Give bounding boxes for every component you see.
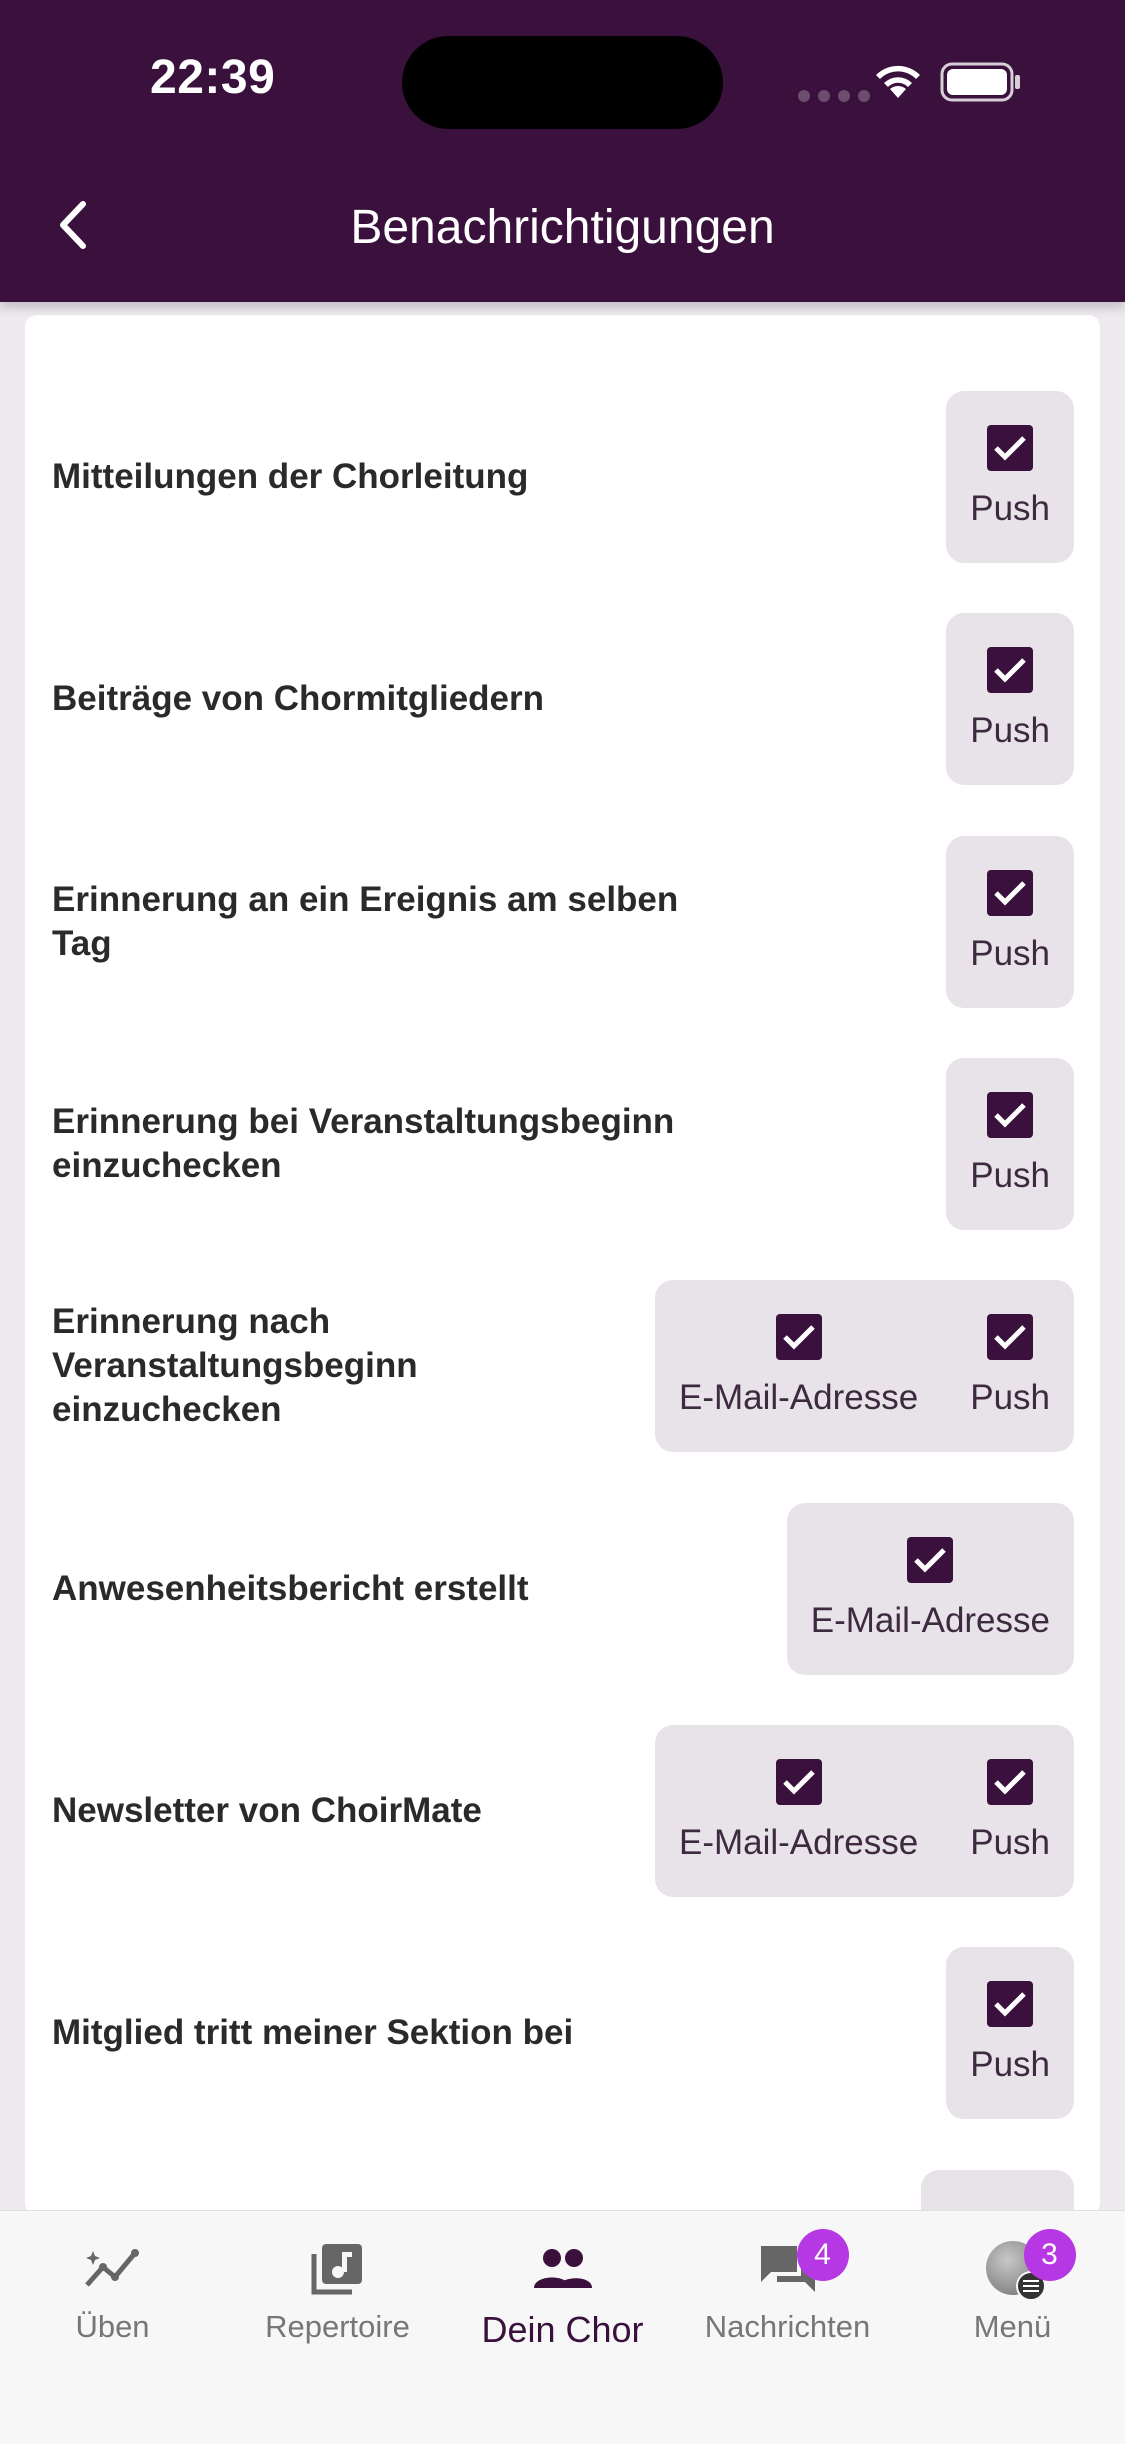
checkmark-icon <box>914 1548 947 1573</box>
option-group: Push <box>946 391 1074 563</box>
option-label: Push <box>970 1823 1050 1862</box>
notification-row: Erinnerung an ein Ereignis am selben Tag… <box>52 836 1074 1008</box>
push-option[interactable]: Push <box>964 836 1056 1008</box>
option-group: Push <box>946 1058 1074 1230</box>
push-option[interactable]: Push <box>964 613 1056 785</box>
email-checkbox[interactable] <box>907 1537 954 1583</box>
option-group: Push <box>946 1947 1074 2119</box>
row-label: Erinnerung an ein Ereignis am selben Tag <box>52 880 679 963</box>
row-label: Mitteilungen der Chorleitung <box>52 457 529 496</box>
checkmark-icon <box>782 1770 815 1795</box>
push-checkbox[interactable] <box>987 1759 1034 1805</box>
notification-row: Erinnerung nach Veranstaltungsbeginn ein… <box>52 1280 1074 1452</box>
tab-label: Menü <box>973 2309 1052 2344</box>
checkmark-icon <box>994 881 1026 906</box>
notification-row: Beiträge von Chormitgliedern Push <box>52 613 1074 785</box>
push-option[interactable]: Push <box>964 1725 1056 1897</box>
notification-row: Anwesenheitsbericht erstellt E-Mail-Adre… <box>52 1503 1074 1675</box>
push-checkbox[interactable] <box>987 1092 1034 1138</box>
notification-badge: 3 <box>1023 2229 1076 2281</box>
option-label: Push <box>970 1378 1050 1417</box>
row-label: Beiträge von Chormitgliedern <box>52 679 545 718</box>
checkmark-icon <box>994 436 1026 461</box>
tab-label: Repertoire <box>265 2309 410 2344</box>
option-group: E-Mail-Adresse Push <box>654 1725 1074 1897</box>
row-label: Mitglied tritt meiner Sektion bei <box>52 2013 574 2052</box>
option-label: Push <box>970 2045 1050 2084</box>
unread-badge: 4 <box>796 2229 849 2281</box>
checkmark-icon <box>994 1103 1026 1128</box>
tab-nachrichten[interactable]: 4 Nachrichten <box>675 2229 900 2345</box>
tab-repertoire[interactable]: Repertoire <box>225 2233 450 2345</box>
notification-row: Mitteilungen der Chorleitung Push <box>52 391 1074 563</box>
cellular-signal-icon <box>798 90 870 102</box>
tab-menue[interactable]: 3 Menü <box>900 2229 1125 2345</box>
tab-ueben[interactable]: Üben <box>0 2233 225 2345</box>
push-checkbox[interactable] <box>987 1981 1034 2027</box>
music-library-icon <box>311 2244 362 2295</box>
option-group: E-Mail-Adresse Push <box>654 1280 1074 1452</box>
option-group: E-Mail-Adresse <box>786 1503 1074 1675</box>
push-option[interactable]: Push <box>964 1947 1056 2119</box>
row-label: Erinnerung bei Veranstaltungsbeginn einz… <box>52 1102 675 1185</box>
push-option[interactable]: Push <box>964 1058 1056 1230</box>
email-checkbox[interactable] <box>775 1314 822 1360</box>
checkmark-icon <box>994 1325 1026 1350</box>
row-label: Newsletter von ChoirMate <box>52 1791 482 1830</box>
checkmark-icon <box>994 658 1026 683</box>
email-checkbox[interactable] <box>775 1759 822 1805</box>
notification-row: Newsletter von ChoirMate E-Mail-Adresse … <box>52 1725 1074 1897</box>
option-label: Push <box>970 711 1050 750</box>
notification-row: Mitglied tritt meiner Sektion bei Push <box>52 1947 1074 2119</box>
battery-icon <box>940 62 1020 102</box>
option-label: E-Mail-Adresse <box>678 1378 919 1417</box>
checkmark-icon <box>994 1770 1026 1795</box>
settings-card <box>25 315 1100 2215</box>
app-header: 22:39 Benachrichtigungen <box>0 0 1125 302</box>
option-label: E-Mail-Adresse <box>810 1601 1050 1640</box>
tab-label: Nachrichten <box>704 2309 871 2344</box>
tab-label: Dein Chor <box>481 2309 644 2350</box>
notification-row: Erinnerung bei Veranstaltungsbeginn einz… <box>52 1058 1074 1230</box>
row-label: Erinnerung nach Veranstaltungsbeginn ein… <box>52 1302 418 1429</box>
option-label: Push <box>970 489 1050 528</box>
practice-chart-icon <box>84 2249 139 2287</box>
push-checkbox[interactable] <box>987 647 1034 693</box>
group-icon <box>533 2249 592 2288</box>
push-checkbox[interactable] <box>987 870 1034 916</box>
option-label: Push <box>970 1156 1050 1195</box>
status-time: 22:39 <box>150 51 276 104</box>
email-option[interactable]: E-Mail-Adresse <box>673 1280 924 1452</box>
push-option[interactable]: Push <box>964 391 1056 563</box>
row-label: Anwesenheitsbericht erstellt <box>52 1569 529 1608</box>
checkmark-icon <box>782 1325 815 1350</box>
option-label: Push <box>970 934 1050 973</box>
push-checkbox[interactable] <box>987 1314 1034 1360</box>
option-group: Push <box>946 613 1074 785</box>
checkmark-icon <box>994 1992 1026 2017</box>
tab-label: Üben <box>75 2309 150 2344</box>
page-title: Benachrichtigungen <box>350 201 775 254</box>
push-checkbox[interactable] <box>987 425 1034 471</box>
wifi-icon <box>876 65 920 98</box>
bottom-tab-bar: Üben Repertoire Dein Chor 4 Nachrichten … <box>0 2210 1125 2444</box>
push-option[interactable]: Push <box>964 1280 1056 1452</box>
email-option[interactable]: E-Mail-Adresse <box>805 1503 1056 1675</box>
tab-dein-chor[interactable]: Dein Chor <box>450 2233 675 2351</box>
option-label: E-Mail-Adresse <box>678 1823 919 1862</box>
option-group: Push <box>946 836 1074 1008</box>
dynamic-island <box>402 36 723 129</box>
email-option[interactable]: E-Mail-Adresse <box>673 1725 924 1897</box>
